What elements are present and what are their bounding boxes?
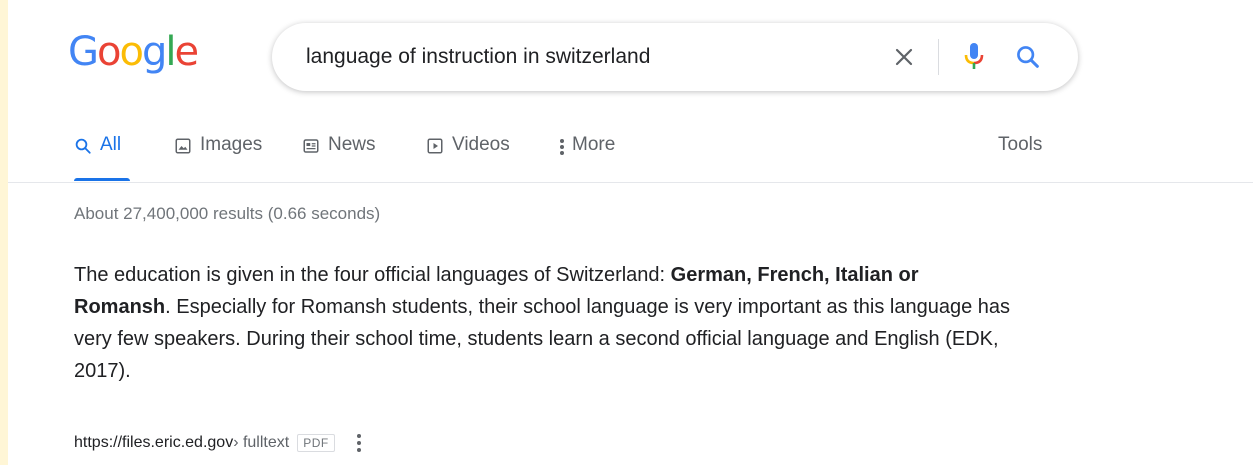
- search-box-divider: [938, 39, 939, 75]
- logo-letter: o: [119, 29, 144, 75]
- logo-letter: l: [165, 29, 176, 75]
- logo-letter: o: [97, 29, 122, 75]
- logo-letter: e: [174, 29, 199, 75]
- search-box[interactable]: language of instruction in switzerland: [272, 23, 1078, 91]
- more-vert-icon: [560, 139, 564, 155]
- news-icon: [303, 139, 319, 153]
- logo-letter: g: [141, 29, 167, 75]
- search-icon: [75, 138, 91, 154]
- microphone-icon[interactable]: [962, 41, 986, 73]
- active-tab-indicator: [74, 178, 130, 181]
- logo-letter: G: [68, 29, 99, 75]
- tab-news[interactable]: News: [302, 134, 376, 182]
- citation-domain[interactable]: https://files.eric.ed.gov: [74, 434, 233, 452]
- tab-more[interactable]: More: [558, 134, 615, 182]
- search-results-page: Google language of instruction in switze…: [8, 0, 1253, 465]
- pdf-badge: PDF: [297, 434, 335, 452]
- snippet-text: . Especially for Romansh students, their…: [74, 296, 1011, 382]
- search-input[interactable]: language of instruction in switzerland: [306, 23, 650, 91]
- tab-label: News: [328, 134, 376, 155]
- google-logo[interactable]: Google: [68, 29, 199, 75]
- more-options-icon[interactable]: [356, 434, 361, 452]
- image-icon: [175, 138, 191, 154]
- tab-label: All: [100, 134, 122, 155]
- close-icon[interactable]: [892, 45, 916, 69]
- citation-path: › fulltext: [233, 434, 290, 451]
- tools-button[interactable]: Tools: [998, 134, 1042, 156]
- tab-label: More: [572, 134, 616, 155]
- result-citation[interactable]: https://files.eric.ed.gov › fulltext PDF: [74, 434, 361, 452]
- result-stats: About 27,400,000 results (0.66 seconds): [74, 204, 381, 223]
- featured-snippet: The education is given in the four offic…: [74, 259, 1014, 387]
- tab-images[interactable]: Images: [174, 134, 262, 182]
- search-icon[interactable]: [1014, 43, 1042, 71]
- tab-label: Images: [200, 134, 263, 155]
- header-divider: [8, 182, 1253, 183]
- tab-videos[interactable]: Videos: [426, 134, 510, 182]
- snippet-text: The education is given in the four offic…: [74, 264, 671, 286]
- video-icon: [427, 138, 443, 154]
- tab-label: Videos: [452, 134, 510, 155]
- tab-all[interactable]: All: [74, 134, 121, 182]
